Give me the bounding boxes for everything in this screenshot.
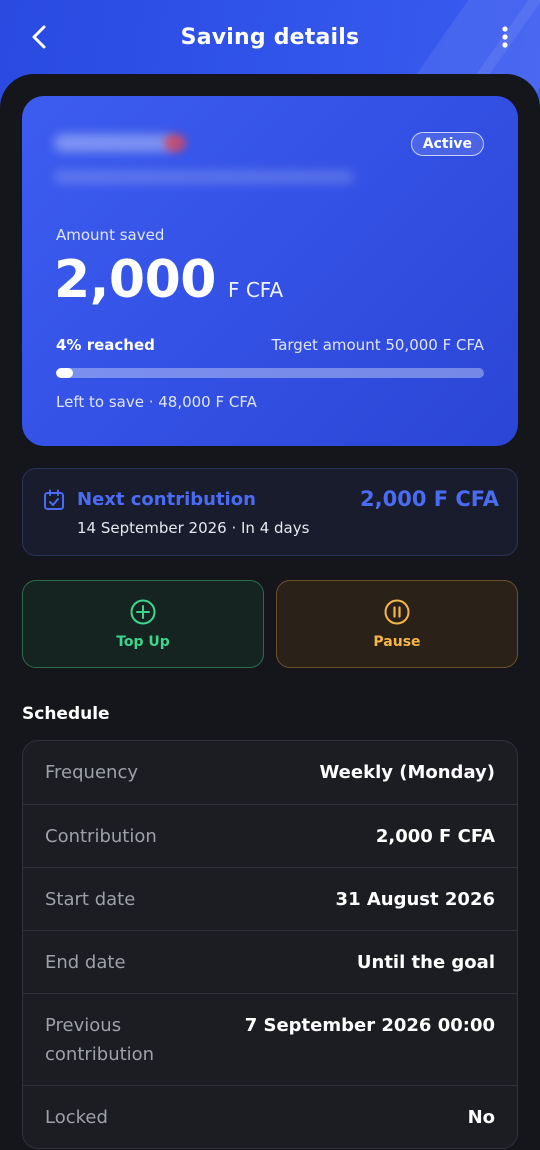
- chevron-left-icon: [32, 25, 46, 49]
- schedule-key: Previous contribution: [45, 1015, 155, 1065]
- pause-button[interactable]: Pause: [276, 580, 518, 668]
- next-contribution-amount: 2,000 F CFA: [360, 487, 499, 511]
- schedule-key: Frequency: [45, 762, 138, 783]
- progress-bar-fill: [56, 368, 74, 378]
- redacted-goal-emoji: [164, 134, 186, 152]
- progress-percent: 4% reached: [56, 336, 155, 354]
- top-up-button[interactable]: Top Up: [22, 580, 264, 668]
- schedule-key: Contribution: [45, 826, 157, 847]
- schedule-key: Locked: [45, 1107, 108, 1128]
- schedule-heading: Schedule: [22, 704, 110, 724]
- status-badge: Active: [410, 132, 484, 156]
- schedule-row-contribution: Contribution 2,000 F CFA: [23, 804, 517, 867]
- left-to-save: Left to save · 48,000 F CFA: [56, 393, 257, 411]
- top-up-label: Top Up: [116, 634, 170, 650]
- savings-card: Active Amount saved 2,000 F CFA 4% reach…: [22, 96, 518, 446]
- next-contribution-date: 14 September 2026 · In 4 days: [77, 519, 310, 537]
- schedule-value: 31 August 2026: [335, 889, 495, 910]
- schedule-value: 7 September 2026 00:00: [244, 1015, 495, 1036]
- schedule-value: Weekly (Monday): [319, 762, 495, 783]
- schedule-row-locked: Locked No: [23, 1085, 517, 1148]
- progress-bar: [56, 368, 484, 378]
- schedule-value: No: [467, 1107, 495, 1128]
- redacted-goal-description: [54, 170, 354, 184]
- schedule-key: Start date: [45, 889, 136, 910]
- next-contribution-title: Next contribution: [77, 489, 256, 510]
- pause-label: Pause: [373, 634, 421, 650]
- schedule-value: 2,000 F CFA: [375, 826, 495, 847]
- redacted-goal-name: [54, 134, 174, 152]
- schedule-row-frequency: Frequency Weekly (Monday): [23, 741, 517, 804]
- schedule-row-start-date: Start date 31 August 2026: [23, 867, 517, 930]
- plus-circle-icon: [130, 599, 156, 625]
- amount-saved-value: 2,000: [54, 250, 216, 310]
- pause-circle-icon: [384, 599, 410, 625]
- back-button[interactable]: [22, 20, 56, 54]
- page-title: Saving details: [180, 24, 360, 50]
- schedule-key: End date: [45, 952, 126, 973]
- more-options-button[interactable]: [488, 20, 522, 54]
- amount-saved-unit: F CFA: [227, 278, 284, 302]
- calendar-check-icon: [44, 489, 64, 510]
- schedule-row-previous-contribution: Previous contribution 7 September 2026 0…: [23, 993, 517, 1085]
- amount-saved-label: Amount saved: [56, 226, 165, 244]
- amount-saved: 2,000 F CFA: [54, 250, 283, 310]
- more-vertical-icon: [502, 26, 508, 48]
- top-bar: Saving details: [0, 0, 540, 74]
- target-amount: Target amount 50,000 F CFA: [271, 336, 484, 354]
- schedule-table: Frequency Weekly (Monday) Contribution 2…: [22, 740, 518, 1149]
- schedule-row-end-date: End date Until the goal: [23, 930, 517, 993]
- schedule-value: Until the goal: [356, 952, 495, 973]
- next-contribution-card[interactable]: Next contribution 14 September 2026 · In…: [22, 468, 518, 556]
